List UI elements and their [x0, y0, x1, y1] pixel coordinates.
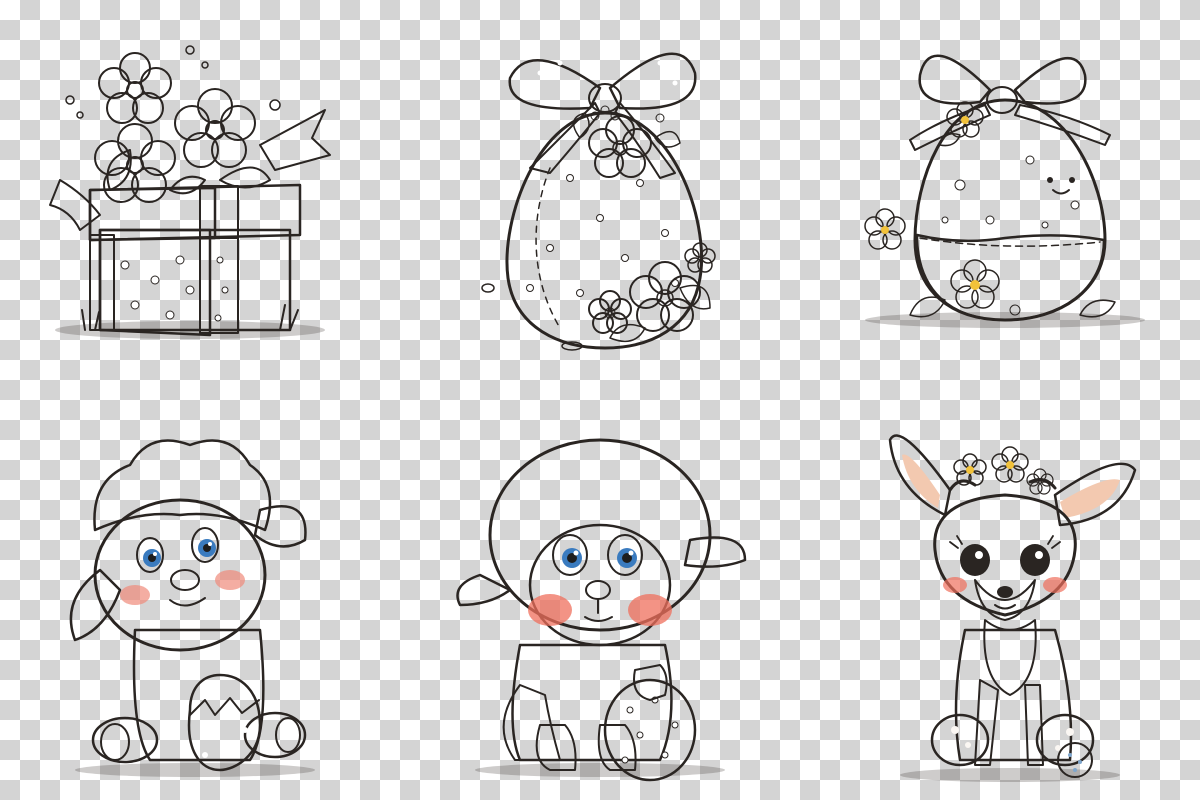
smiling-easter-egg-icon: [860, 30, 1160, 330]
decorated-easter-egg-icon: [470, 18, 740, 358]
grey-lamb-icon: [450, 425, 750, 785]
white-lamb-icon: [60, 430, 330, 780]
fawn-icon: [880, 420, 1150, 790]
transparent-checkerboard-canvas: [0, 0, 1200, 800]
gift-box-with-flowers-icon: [40, 30, 340, 350]
